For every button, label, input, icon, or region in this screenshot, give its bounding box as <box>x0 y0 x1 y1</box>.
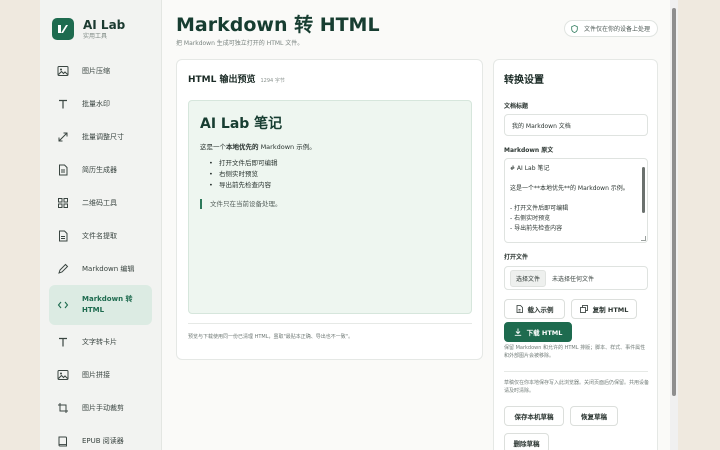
sidebar-item-3[interactable]: 简历生成器 <box>49 153 152 186</box>
html-preview: AI Lab 笔记 这是一个本地优先的 Markdown 示例。 打开文件后即可… <box>188 100 472 314</box>
sidebar-item-4[interactable]: 二维码工具 <box>49 186 152 219</box>
sidebar-item-label: 批量调整尺寸 <box>82 132 124 141</box>
sidebar-item-9[interactable]: 图片拼接 <box>49 358 152 391</box>
source-line: # AI Lab 笔记 <box>510 165 550 172</box>
grid-icon <box>56 196 70 210</box>
list-item: 打开文件后即可编辑 <box>209 158 278 169</box>
load-example-label: 载入示例 <box>527 306 554 314</box>
resize-handle[interactable] <box>641 236 646 241</box>
load-example-button[interactable]: 载入示例 <box>504 299 565 319</box>
list-item: 右侧实时预览 <box>209 169 278 180</box>
scrollbar-thumb[interactable] <box>672 8 676 396</box>
preview-card: HTML 输出预览 1294 字节 AI Lab 笔记 这是一个本地优先的 Ma… <box>176 59 483 360</box>
copy-icon <box>579 305 588 313</box>
source-line: - 导出前先检查内容 <box>510 225 563 232</box>
sidebar-item-0[interactable]: 图片压缩 <box>49 54 152 87</box>
sidebar-item-label: Markdown 编辑 <box>82 264 135 273</box>
pencil-icon <box>56 262 70 276</box>
byte-count: 1294 字节 <box>260 78 285 84</box>
sidebar-item-10[interactable]: 图片手动裁剪 <box>49 391 152 424</box>
download-icon <box>514 328 522 336</box>
sidebar-item-11[interactable]: EPUB 阅读器 <box>49 424 152 450</box>
markdown-source-textarea[interactable]: # AI Lab 笔记 这是一个**本地优先**的 Markdown 示例。 -… <box>504 158 648 243</box>
sidebar-item-7[interactable]: Markdown 转 HTML <box>49 285 152 325</box>
source-line: - 右侧实时预览 <box>510 215 551 222</box>
textarea-scrollbar[interactable] <box>642 167 645 213</box>
file-status: 未选择任何文件 <box>552 275 595 283</box>
sidebar-item-label: 二维码工具 <box>82 198 117 207</box>
sidebar-item-2[interactable]: 批量调整尺寸 <box>49 120 152 153</box>
sidebar-item-label: 图片手动裁剪 <box>82 403 124 412</box>
sidebar-item-label: 文字转卡片 <box>82 337 117 346</box>
save-draft-button[interactable]: 保存本机草稿 <box>504 406 564 426</box>
app-logo-icon <box>52 18 74 40</box>
image-icon <box>56 64 70 78</box>
preview-footnote: 预览与下载使用同一份已清理 HTML，虽取"最贴本正确、导出也不一致"。 <box>188 334 354 340</box>
brand[interactable]: AI Lab 实用工具 <box>40 0 161 46</box>
shield-icon <box>571 24 578 33</box>
sidebar-item-label: 批量水印 <box>82 99 110 108</box>
doc-title-input[interactable]: 我的 Markdown 文档 <box>504 114 648 136</box>
list-item: 导出前先检查内容 <box>209 180 278 191</box>
sanitize-note: 保留 Markdown 和允许的 HTML 排版；脚本、样式、事件属性和外部图片… <box>504 345 646 359</box>
code-icon <box>56 298 70 312</box>
preview-list: 打开文件后即可编辑 右侧实时预览 导出前先检查内容 <box>209 158 278 191</box>
page-subtitle: 把 Markdown 生成可独立打开的 HTML 文件。 <box>176 40 304 47</box>
divider <box>188 323 472 324</box>
text-icon <box>56 97 70 111</box>
download-html-label: 下载 HTML <box>526 329 563 337</box>
sidebar-item-label: EPUB 阅读器 <box>82 436 124 445</box>
page-scrollbar[interactable] <box>670 0 678 450</box>
brand-title: AI Lab <box>83 17 126 32</box>
delete-draft-button[interactable]: 删除草稿 <box>504 433 549 450</box>
download-html-button[interactable]: 下载 HTML <box>504 322 572 342</box>
sidebar-nav: 图片压缩批量水印批量调整尺寸 简历生成器二维码工具文件名提取 Markdown 编辑… <box>40 54 161 450</box>
app-window: AI Lab 实用工具 图片压缩批量水印批量调整尺寸 简历生成器二维码工具文件名提… <box>40 0 678 450</box>
source-line: 这是一个**本地优先**的 Markdown 示例。 <box>510 185 629 192</box>
copy-html-button[interactable]: 复制 HTML <box>571 299 637 319</box>
file-icon <box>56 229 70 243</box>
sidebar-item-label: 文件名提取 <box>82 231 117 240</box>
sidebar-item-label: Markdown 转 HTML <box>82 295 133 314</box>
resize-icon <box>56 130 70 144</box>
file-icon <box>516 305 523 313</box>
sidebar-item-label: 简历生成器 <box>82 165 117 174</box>
source-line <box>510 194 647 204</box>
settings-card: 转换设置 文档标题 我的 Markdown 文档 Markdown 原文 # A… <box>493 59 658 450</box>
sidebar-item-8[interactable]: 文字转卡片 <box>49 325 152 358</box>
sidebar: AI Lab 实用工具 图片压缩批量水印批量调整尺寸 简历生成器二维码工具文件名提… <box>40 0 162 450</box>
preview-paragraph: 这是一个本地优先的 Markdown 示例。 <box>200 143 316 151</box>
copy-html-label: 复制 HTML <box>592 306 629 314</box>
text-icon <box>56 335 70 349</box>
book-icon <box>56 434 70 448</box>
draft-note: 草稿仅在你本地保存写入此浏览器。关闭页面后仍保留。共用设备请及时清除。 <box>504 380 650 394</box>
sidebar-item-label: 图片压缩 <box>82 66 110 75</box>
restore-draft-button[interactable]: 恢复草稿 <box>570 406 618 426</box>
divider <box>504 371 648 372</box>
document-icon <box>56 163 70 177</box>
privacy-text: 文件仅在你的设备上处理 <box>583 26 650 33</box>
preview-blockquote: 文件只在当前设备处理。 <box>200 199 282 209</box>
sidebar-item-5[interactable]: 文件名提取 <box>49 219 152 252</box>
file-input[interactable]: 选择文件 未选择任何文件 <box>504 266 648 290</box>
brand-subtitle: 实用工具 <box>83 32 108 40</box>
preview-heading: AI Lab 笔记 <box>200 116 283 132</box>
page-title: Markdown 转 HTML <box>176 14 380 36</box>
preview-title: HTML 输出预览 <box>188 75 256 85</box>
source-line <box>510 174 647 184</box>
crop-icon <box>56 401 70 415</box>
source-label: Markdown 原文 <box>504 147 554 154</box>
sidebar-item-label: 图片拼接 <box>82 370 110 379</box>
privacy-badge: 文件仅在你的设备上处理 <box>563 20 658 37</box>
sidebar-item-1[interactable]: 批量水印 <box>49 87 152 120</box>
open-file-label: 打开文件 <box>504 254 529 261</box>
source-line: - 打开文件后即可编辑 <box>510 205 569 212</box>
settings-title: 转换设置 <box>504 75 544 86</box>
image-icon <box>56 368 70 382</box>
main-content: Markdown 转 HTML 把 Markdown 生成可独立打开的 HTML… <box>162 0 678 450</box>
sidebar-item-6[interactable]: Markdown 编辑 <box>49 252 152 285</box>
doc-title-label: 文档标题 <box>504 103 529 110</box>
choose-file-button[interactable]: 选择文件 <box>510 269 547 287</box>
